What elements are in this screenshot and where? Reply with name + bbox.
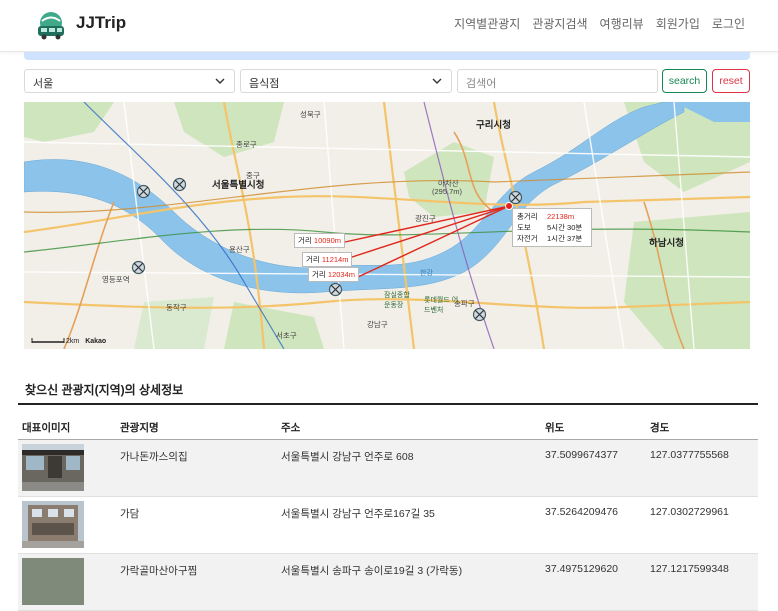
attraction-thumbnail[interactable] [22,501,84,548]
column-header-latitude: 위도 [545,422,565,434]
map-label-guri: 구리시청 [476,120,511,131]
table-row[interactable]: 가락골마산아구찜 서울특별시 송파구 송이로19길 3 (가락동) 37.497… [18,554,758,611]
map-marker-icon[interactable] [172,177,187,192]
map-label-achasan-height: (295.7m) [432,187,463,196]
column-header-image: 대표이미지 [22,422,71,434]
route-total-value: 22138m [547,212,575,221]
map-marker-icon[interactable] [136,184,151,199]
category-select[interactable]: 음식점 [240,69,452,93]
distance-label: 거리 11214m [302,252,353,267]
main-nav: 지역별관광지 관광지검색 여행리뷰 회원가입 로그인 [454,15,745,32]
map-scale-text: 2km [66,338,80,345]
attraction-name[interactable]: 가담 [120,506,139,521]
route-walk-value: 5시간 30분 [547,223,583,232]
column-header-name: 관광지명 [120,422,159,434]
navbar: JJTrip 지역별관광지 관광지검색 여행리뷰 회원가입 로그인 [0,0,778,52]
distance-label-text: 거리 [298,236,312,245]
alert-bar [24,52,750,60]
map-label-yongsan: 용산구 [229,245,250,254]
map-label-sports: 잠실종합 운동장 [384,292,410,309]
distance-value: 11214m [321,255,349,264]
map-label-hanam: 하남시청 [649,238,684,249]
route-info-box: 총거리 22138m 도보 5시간 30분 자전거 1시간 37분 [512,208,592,247]
nav-attraction-search[interactable]: 관광지검색 [532,15,587,32]
route-bike-label: 자전거 [517,234,538,243]
map-label-lotte: 롯데월드 어드벤처 [424,297,459,314]
attraction-longitude: 127.1217599348 [650,563,729,575]
category-select-value: 음식점 [249,78,280,90]
attraction-longitude: 127.0302729961 [650,506,729,518]
table-row[interactable]: 가나돈까스의집 서울특별시 강남구 언주로 608 37.5099674377 … [18,440,758,497]
table-header: 대표이미지 관광지명 주소 위도 경도 [18,403,758,440]
results-title: 찾으신 관광지(지역)의 상세정보 [25,383,184,397]
nav-regional-attractions[interactable]: 지역별관광지 [454,15,520,32]
attraction-latitude: 37.4975129620 [545,563,618,575]
attraction-thumbnail[interactable] [22,558,84,605]
attraction-address: 서울특별시 강남구 언주로 608 [281,451,414,463]
attraction-latitude: 37.5099674377 [545,449,618,461]
attraction-address: 서울특별시 송파구 송이로19길 3 (가락동) [281,565,463,577]
route-total-row: 총거리 22138m [517,211,587,222]
table-row[interactable]: 가담 서울특별시 강남구 언주로167길 35 37.5264209476 12… [18,497,758,554]
nav-signup[interactable]: 회원가입 [656,15,700,32]
route-bike-value: 1시간 37분 [547,234,583,243]
region-select[interactable]: 서울 [24,69,235,93]
attraction-longitude: 127.0377755568 [650,449,729,461]
distance-label-text: 거리 [306,255,320,264]
distance-label: 거리 10090m [294,233,346,248]
chevron-down-icon [215,78,225,84]
column-header-longitude: 경도 [650,422,670,434]
map-label-gwangjin: 광진구 [415,214,436,223]
attraction-address: 서울특별시 강남구 언주로167길 35 [281,508,435,520]
reset-button[interactable]: reset [712,69,750,93]
route-total-label: 총거리 [517,212,538,221]
map-marker-icon[interactable] [328,282,343,297]
route-walk-row: 도보 5시간 30분 [517,222,587,233]
keyword-input[interactable]: 검색어 [457,69,658,93]
map-marker-icon[interactable] [131,260,146,275]
route-walk-label: 도보 [517,223,531,232]
route-bike-row: 자전거 1시간 37분 [517,233,587,244]
map-label-gangnam: 강남구 [367,320,388,329]
distance-label: 거리 12034m [308,267,360,282]
map-view[interactable]: 서울특별시청 구리시청 하남시청 강남구 서초구 송파구 용산구 성북구 종로구… [24,102,750,349]
attraction-name[interactable]: 가락골마산아구찜 [120,563,197,578]
map-marker-icon[interactable] [508,190,523,205]
attraction-thumbnail[interactable] [22,444,84,491]
search-button[interactable]: search [662,69,707,93]
map-label-yeongdeungpo: 영등포역 [102,275,130,284]
results-table: 대표이미지 관광지명 주소 위도 경도 가나돈까스의집 서울특별시 강남구 언주… [18,403,758,611]
distance-value: 12034m [327,270,356,279]
map-label-seocho: 서초구 [276,331,297,340]
attraction-latitude: 37.5264209476 [545,506,618,518]
map-label-dongjak: 동작구 [166,303,187,312]
map-scale: 2km Kakao [32,338,106,345]
logo-icon[interactable] [34,10,68,42]
map-label-jongno: 종로구 [236,140,257,149]
brand-title[interactable]: JJTrip [76,13,126,33]
attraction-name[interactable]: 가나돈까스의집 [120,449,188,464]
distance-label-text: 거리 [312,270,326,279]
map-label-han-river: 한강 [420,270,433,277]
region-select-value: 서울 [33,78,54,90]
map-provider-logo: Kakao [85,338,107,345]
column-header-address: 주소 [281,422,301,434]
map-marker-icon[interactable] [472,307,487,322]
chevron-down-icon [432,78,442,84]
nav-login[interactable]: 로그인 [712,15,745,32]
map-label-seongbuk: 성북구 [300,110,321,119]
distance-value: 10090m [313,236,342,245]
map-label-jung: 중구 [246,171,260,180]
nav-travel-review[interactable]: 여행리뷰 [600,15,644,32]
map-canvas [24,102,750,349]
